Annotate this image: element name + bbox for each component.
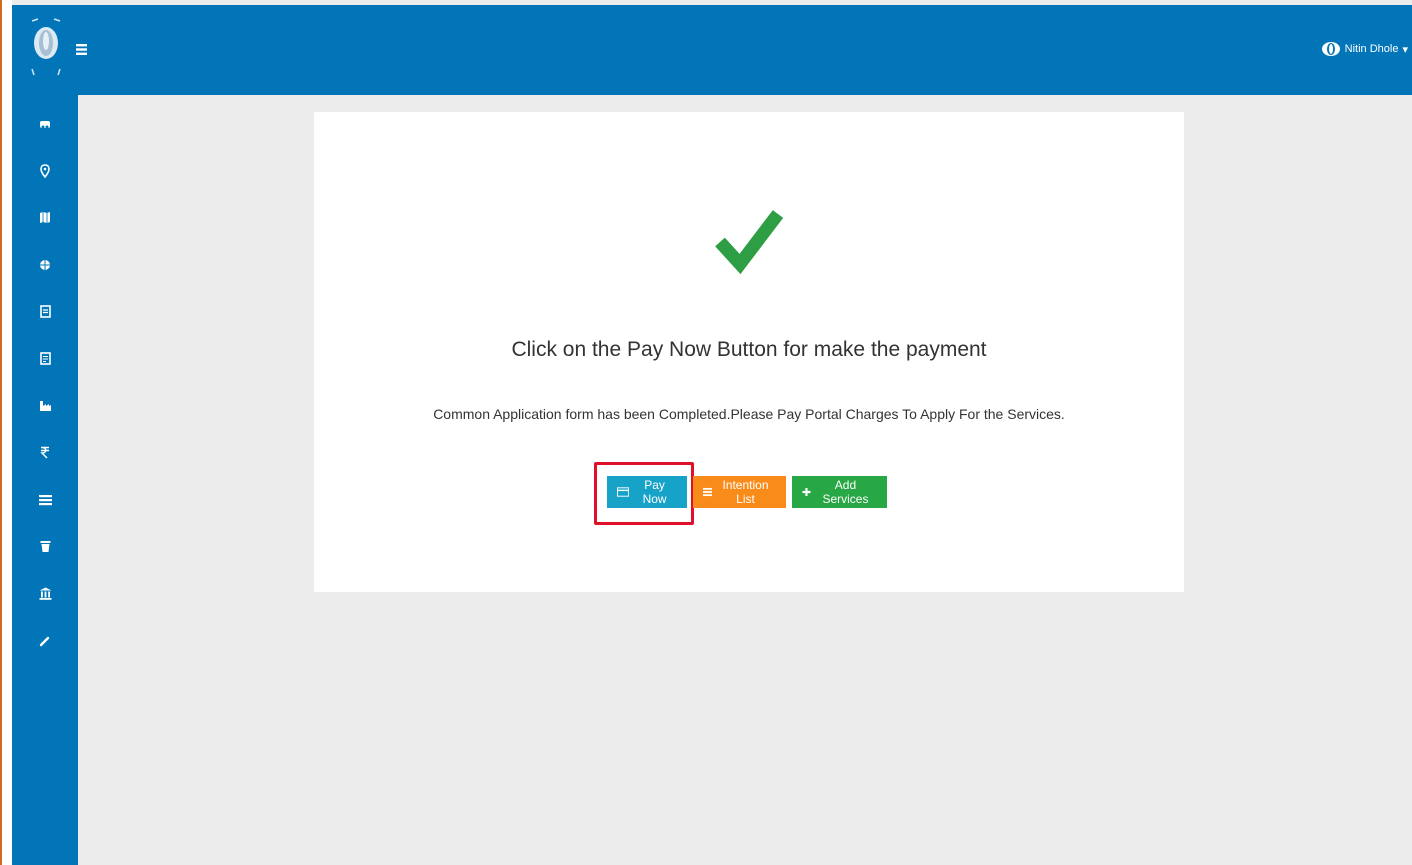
list-icon xyxy=(38,494,52,505)
trash-icon xyxy=(40,541,50,552)
sidebar-nav xyxy=(12,100,78,664)
sidebar-item-payments[interactable] xyxy=(12,429,78,476)
location-pin-icon xyxy=(40,163,50,178)
sidebar-item-document-alt[interactable] xyxy=(12,335,78,382)
sidebar-item-list[interactable] xyxy=(12,476,78,523)
user-avatar-icon xyxy=(1321,42,1340,56)
document-alt-icon xyxy=(39,352,51,365)
sidebar-item-delete[interactable] xyxy=(12,523,78,570)
payment-card: Click on the Pay Now Button for make the… xyxy=(314,112,1184,592)
user-menu[interactable]: Nitin Dhole ▾ xyxy=(1321,41,1408,57)
pencil-icon xyxy=(39,636,50,646)
intention-list-label: Intention List xyxy=(722,478,769,506)
action-buttons: Pay Now Intention List Add Services xyxy=(607,476,887,508)
bank-icon xyxy=(39,587,51,600)
industry-icon xyxy=(39,401,51,411)
page-heading: Click on the Pay Now Button for make the… xyxy=(511,338,987,361)
chevron-down-icon: ▾ xyxy=(1402,43,1408,56)
sidebar-item-industry[interactable] xyxy=(12,382,78,429)
add-services-label: Add Services xyxy=(822,478,869,506)
status-message: Common Application form has been Complet… xyxy=(433,406,1065,422)
left-edge-accent xyxy=(0,0,12,865)
sidebar-item-bank[interactable] xyxy=(12,570,78,617)
globe-icon xyxy=(40,259,50,270)
hamburger-icon[interactable] xyxy=(76,43,92,61)
app-frame: Nitin Dhole ▾ Click on the Pay Now Butto… xyxy=(0,0,1412,865)
sidebar-item-dashboard[interactable] xyxy=(12,100,78,147)
add-services-button[interactable]: Add Services xyxy=(792,476,887,508)
checkmark-icon xyxy=(715,210,784,275)
pay-now-button[interactable]: Pay Now xyxy=(607,476,687,508)
sidebar-item-globe[interactable] xyxy=(12,241,78,288)
rupee-icon xyxy=(40,446,49,459)
map-icon xyxy=(40,212,50,223)
document-icon xyxy=(39,305,51,318)
sidebar-item-map[interactable] xyxy=(12,194,78,241)
sidebar-item-edit[interactable] xyxy=(12,617,78,664)
list-icon xyxy=(703,487,712,497)
sidebar-item-location[interactable] xyxy=(12,147,78,194)
pay-now-label: Pay Now xyxy=(642,478,667,506)
top-navbar: Nitin Dhole ▾ xyxy=(12,5,1412,95)
user-name: Nitin Dhole xyxy=(1344,43,1399,55)
sidebar-item-document[interactable] xyxy=(12,288,78,335)
logo-icon xyxy=(31,18,61,76)
plus-icon xyxy=(802,487,811,497)
dashboard-icon xyxy=(40,120,50,128)
credit-card-icon xyxy=(617,487,630,497)
intention-list-button[interactable]: Intention List xyxy=(693,476,786,508)
